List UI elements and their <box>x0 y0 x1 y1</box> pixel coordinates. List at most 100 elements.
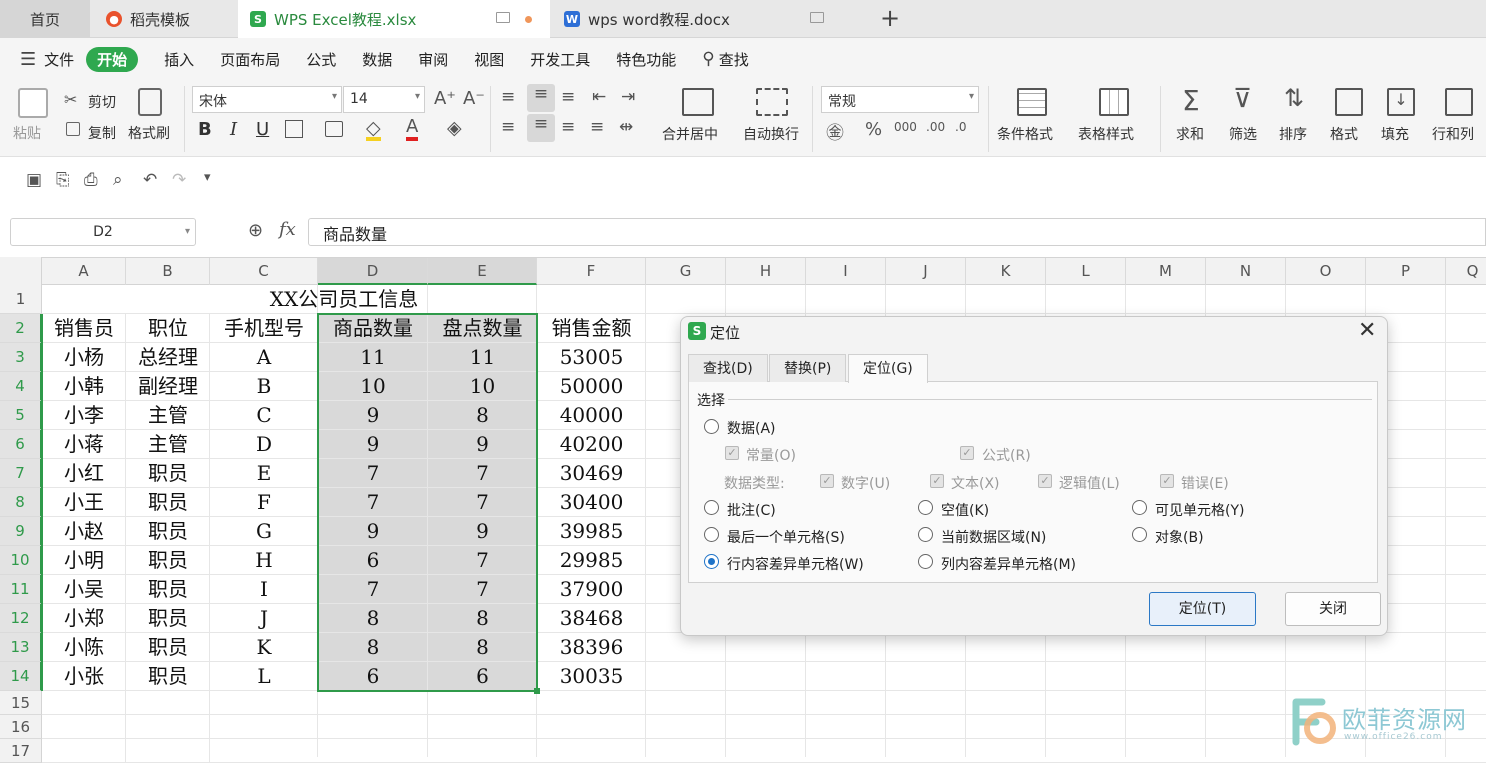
close-icon[interactable]: ✕ <box>1358 318 1376 343</box>
paste-icon[interactable] <box>18 88 48 118</box>
monitor-icon[interactable] <box>496 12 510 23</box>
cell-style-icon[interactable] <box>325 121 343 137</box>
menu-formula[interactable]: 公式 <box>306 49 336 70</box>
column-header[interactable]: K <box>966 258 1046 285</box>
table-cell[interactable]: 小陈 <box>42 633 126 662</box>
decrease-decimal-icon[interactable]: .0 <box>955 120 966 134</box>
table-cell[interactable]: 职员 <box>126 575 210 604</box>
new-tab-button[interactable]: + <box>880 4 900 32</box>
table-cell[interactable]: 主管 <box>126 401 210 430</box>
tab-docer-templates[interactable]: ● 稻壳模板 <box>92 0 238 38</box>
table-cell[interactable]: 小蒋 <box>42 430 126 459</box>
locate-button[interactable]: 定位(T) <box>1149 592 1256 626</box>
column-header[interactable]: N <box>1206 258 1286 285</box>
column-header[interactable]: I <box>806 258 886 285</box>
number-format-select[interactable]: 常规 <box>821 86 979 113</box>
search-icon[interactable]: ⚲ <box>702 49 714 69</box>
percent-icon[interactable]: % <box>865 119 882 140</box>
table-cell[interactable]: A <box>210 343 318 372</box>
column-header[interactable]: D <box>318 258 428 285</box>
customize-chevron-icon[interactable]: ▾ <box>204 170 211 185</box>
filter-icon[interactable]: ⊽ <box>1233 84 1252 114</box>
table-header-cell[interactable]: 销售员 <box>42 314 126 343</box>
table-header-cell[interactable]: 销售金额 <box>537 314 646 343</box>
bold-button[interactable]: B <box>198 119 212 140</box>
menu-page-layout[interactable]: 页面布局 <box>220 49 280 70</box>
table-cell[interactable]: E <box>210 459 318 488</box>
table-cell[interactable]: 职员 <box>126 604 210 633</box>
increase-decimal-icon[interactable]: .00 <box>926 120 945 134</box>
radio-current-region[interactable] <box>918 527 933 542</box>
name-box[interactable]: D2 <box>10 218 196 246</box>
redo-icon[interactable]: ↷ <box>172 170 186 190</box>
checkbox-constant[interactable]: ✓ <box>725 446 739 460</box>
indent-decrease-icon[interactable]: ⇤ <box>592 87 606 107</box>
table-cell[interactable]: H <box>210 546 318 575</box>
row-header[interactable]: 13 <box>0 633 42 662</box>
column-header[interactable]: H <box>726 258 806 285</box>
print-icon[interactable]: ⎙ <box>84 170 98 190</box>
monitor-icon[interactable] <box>810 12 824 23</box>
column-header[interactable]: C <box>210 258 318 285</box>
wrap-text-button[interactable]: 自动换行 <box>743 124 799 144</box>
radio-column-differences[interactable] <box>918 554 933 569</box>
paste-button[interactable]: 粘贴 <box>13 123 41 143</box>
radio-visible-cells[interactable] <box>1132 500 1147 515</box>
column-header[interactable]: G <box>646 258 726 285</box>
radio-comment[interactable] <box>704 500 719 515</box>
row-header[interactable]: 6 <box>0 430 42 459</box>
row-header[interactable]: 10 <box>0 546 42 575</box>
format-button[interactable]: 格式 <box>1330 124 1358 144</box>
align-top-icon[interactable]: ≡ <box>501 87 515 107</box>
column-header[interactable]: J <box>886 258 966 285</box>
table-cell[interactable]: 38468 <box>537 604 646 633</box>
checkbox-number[interactable]: ✓ <box>820 474 834 488</box>
format-icon[interactable] <box>1335 88 1363 116</box>
fx-icon[interactable]: fx <box>279 219 296 240</box>
align-center-icon[interactable]: ≡ <box>527 114 555 142</box>
table-cell[interactable]: 主管 <box>126 430 210 459</box>
menu-data[interactable]: 数据 <box>362 49 392 70</box>
table-cell[interactable]: 30400 <box>537 488 646 517</box>
increase-font-icon[interactable]: A⁺ <box>434 88 456 109</box>
distribute-icon[interactable]: ⇹ <box>619 117 633 137</box>
table-cell[interactable]: 职员 <box>126 517 210 546</box>
row-header[interactable]: 8 <box>0 488 42 517</box>
row-header[interactable]: 16 <box>0 715 42 739</box>
table-header-cell[interactable]: 手机型号 <box>210 314 318 343</box>
table-cell[interactable]: 职员 <box>126 546 210 575</box>
row-header[interactable]: 5 <box>0 401 42 430</box>
row-header[interactable]: 3 <box>0 343 42 372</box>
radio-object[interactable] <box>1132 527 1147 542</box>
table-style-icon[interactable] <box>1099 88 1129 116</box>
format-painter-button[interactable]: 格式刷 <box>128 123 170 143</box>
column-header[interactable]: F <box>537 258 646 285</box>
row-header[interactable]: 11 <box>0 575 42 604</box>
checkbox-error[interactable]: ✓ <box>1160 474 1174 488</box>
radio-row-differences[interactable] <box>704 554 719 569</box>
sum-button[interactable]: 求和 <box>1176 124 1204 144</box>
table-cell[interactable]: 小王 <box>42 488 126 517</box>
column-header[interactable]: M <box>1126 258 1206 285</box>
menu-view[interactable]: 视图 <box>474 49 504 70</box>
table-cell[interactable]: K <box>210 633 318 662</box>
table-cell[interactable]: 小赵 <box>42 517 126 546</box>
menu-insert[interactable]: 插入 <box>164 49 194 70</box>
table-cell[interactable]: 总经理 <box>126 343 210 372</box>
border-icon[interactable] <box>285 120 303 138</box>
table-cell[interactable]: F <box>210 488 318 517</box>
scissors-icon[interactable]: ✂ <box>64 90 77 109</box>
close-button[interactable]: 关闭 <box>1285 592 1381 626</box>
column-header[interactable]: L <box>1046 258 1126 285</box>
table-cell[interactable]: 小郑 <box>42 604 126 633</box>
checkbox-logical[interactable]: ✓ <box>1038 474 1052 488</box>
row-header[interactable]: 12 <box>0 604 42 633</box>
table-header-cell[interactable]: 职位 <box>126 314 210 343</box>
merge-center-icon[interactable] <box>682 88 714 116</box>
radio-blank[interactable] <box>918 500 933 515</box>
fill-down-icon[interactable]: ↓ <box>1387 88 1415 116</box>
table-cell[interactable]: 小红 <box>42 459 126 488</box>
table-cell[interactable]: 小李 <box>42 401 126 430</box>
table-cell[interactable]: 40200 <box>537 430 646 459</box>
table-cell[interactable]: J <box>210 604 318 633</box>
